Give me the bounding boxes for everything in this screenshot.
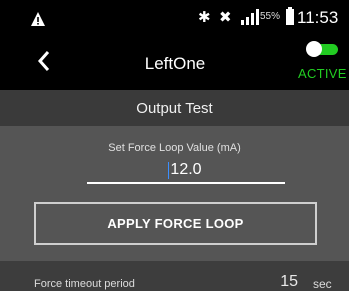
active-toggle[interactable] (306, 41, 338, 57)
force-timeout-value[interactable]: 15 (272, 273, 298, 291)
force-loop-panel: Set Force Loop Value (mA) APPLY FORCE LO… (0, 126, 349, 261)
force-timeout-row[interactable]: Force timeout period 15 sec (0, 261, 349, 291)
force-loop-input[interactable] (87, 157, 285, 184)
mute-icon: ✖ (219, 9, 232, 26)
back-arrow-icon[interactable] (37, 50, 51, 72)
force-loop-label: Set Force Loop Value (mA) (108, 142, 241, 154)
app-bar: LeftOne ACTIVE (0, 34, 349, 90)
section-title: Output Test (136, 100, 213, 117)
app-title: LeftOne (144, 54, 206, 73)
status-time: 11:53 (297, 8, 339, 27)
toggle-thumb (306, 41, 322, 57)
active-status-label: ACTIVE (298, 66, 347, 81)
status-bar: ✱ ✖ 55% 11:53 (0, 0, 349, 34)
battery-icon (286, 7, 294, 25)
warning-icon (31, 12, 45, 26)
force-timeout-label: Force timeout period (34, 278, 135, 290)
force-timeout-unit: sec (313, 277, 332, 291)
bluetooth-icon: ✱ (198, 9, 211, 26)
signal-icon (241, 9, 259, 25)
apply-force-loop-button[interactable]: APPLY FORCE LOOP (34, 202, 317, 245)
battery-percent: 55% (260, 11, 281, 22)
section-header: Output Test (0, 90, 349, 126)
text-cursor (168, 162, 169, 179)
